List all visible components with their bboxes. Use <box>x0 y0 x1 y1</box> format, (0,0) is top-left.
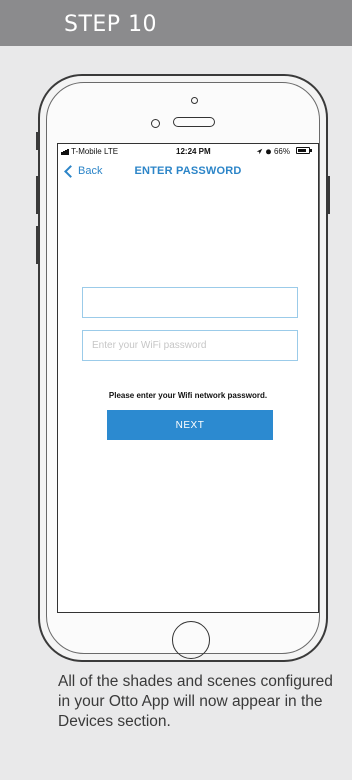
status-time: 12:24 PM <box>176 147 211 156</box>
power-button <box>327 176 330 214</box>
password-hint: Please enter your Wifi network password. <box>108 391 268 400</box>
home-button <box>172 621 210 659</box>
next-button[interactable]: NEXT <box>107 410 273 440</box>
wifi-password-input[interactable] <box>83 331 297 360</box>
wifi-password-field[interactable] <box>82 330 298 361</box>
status-bar: T-Mobile LTE 12:24 PM 66% <box>58 144 318 158</box>
battery-tip <box>310 149 312 152</box>
step-title: STEP 10 <box>64 12 158 37</box>
volume-down-button <box>36 226 39 264</box>
earpiece-speaker <box>173 117 215 127</box>
alarm-icon <box>265 149 271 155</box>
phone-screen: T-Mobile LTE 12:24 PM 66% Back ENTER PAS… <box>57 143 319 613</box>
volume-up-button <box>36 176 39 214</box>
location-icon <box>256 148 262 155</box>
step-caption: All of the shades and scenes configured … <box>58 673 333 730</box>
mute-switch <box>36 132 39 150</box>
proximity-sensor <box>191 97 198 104</box>
network-name-field[interactable] <box>82 287 298 318</box>
status-indicators: 66% <box>256 147 290 156</box>
screen-title: ENTER PASSWORD <box>134 165 242 177</box>
phone-illustration: T-Mobile LTE 12:24 PM 66% Back ENTER PAS… <box>36 74 330 662</box>
front-camera <box>151 119 160 128</box>
nav-bar: Back ENTER PASSWORD <box>58 160 318 182</box>
battery-icon <box>296 147 310 154</box>
phone-bezel: T-Mobile LTE 12:24 PM 66% Back ENTER PAS… <box>46 82 320 659</box>
carrier-info: T-Mobile LTE <box>61 147 118 157</box>
signal-icon <box>61 148 69 157</box>
battery-percent: 66% <box>273 147 290 156</box>
carrier-label: T-Mobile LTE <box>71 147 119 156</box>
network-name-input[interactable] <box>83 288 297 317</box>
step-header: STEP 10 <box>0 0 352 46</box>
